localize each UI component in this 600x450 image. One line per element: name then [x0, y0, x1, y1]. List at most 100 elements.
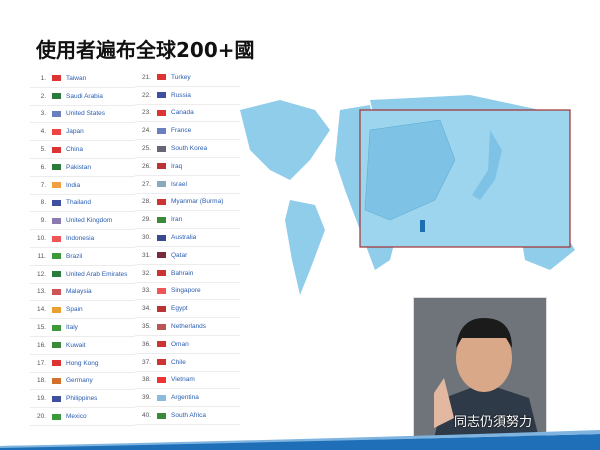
country-row: 26. Iraq: [135, 157, 240, 176]
country-row: 30. Australia: [135, 229, 240, 247]
country-rank: 23.: [141, 109, 151, 117]
country-rank: 39.: [141, 394, 151, 402]
leader-photo: 同志仍須努力: [413, 297, 547, 437]
flag-icon: [52, 395, 61, 402]
flag-icon: [157, 127, 166, 134]
flag-icon: [52, 288, 61, 295]
flag-icon: [157, 376, 166, 383]
country-rank: 36.: [141, 340, 151, 348]
country-name[interactable]: Philippines: [66, 395, 97, 402]
country-name[interactable]: Indonesia: [66, 235, 94, 242]
country-rank: 3.: [40, 110, 46, 118]
country-name[interactable]: Iran: [171, 216, 182, 223]
country-rank: 14.: [36, 306, 46, 314]
flag-icon: [52, 253, 61, 260]
country-name[interactable]: China: [66, 146, 83, 153]
country-rank: 40.: [141, 412, 151, 420]
country-name[interactable]: Iraq: [171, 163, 182, 170]
country-name[interactable]: Turkey: [171, 74, 191, 81]
flag-icon: [157, 323, 166, 330]
country-rank: 28.: [141, 198, 151, 206]
country-name[interactable]: South Africa: [171, 412, 206, 419]
country-name[interactable]: Oman: [171, 341, 189, 348]
country-name[interactable]: Japan: [66, 128, 84, 135]
country-row: 19. Philippines: [30, 390, 135, 409]
country-name[interactable]: Myanmar (Burma): [171, 198, 223, 205]
country-name[interactable]: United States: [66, 110, 105, 117]
country-row: 6. Pakistan: [30, 158, 135, 177]
country-row: 20. Mexico: [30, 408, 135, 426]
flag-icon: [52, 377, 61, 384]
country-row: 31. Qatar: [135, 246, 240, 265]
country-row: 21. Turkey: [135, 69, 240, 87]
flag-icon: [52, 75, 61, 82]
country-name[interactable]: Malaysia: [66, 288, 92, 295]
country-rank: 16.: [36, 341, 46, 349]
country-row: 8. Thailand: [30, 194, 135, 213]
country-list-left: 1. Taiwan 2. Saudi Arabia 3. United States 4. J…: [30, 70, 135, 426]
country-name[interactable]: Egypt: [171, 305, 188, 312]
country-name[interactable]: Mexico: [66, 413, 87, 420]
country-rank: 19.: [36, 395, 46, 403]
country-name[interactable]: Thailand: [66, 199, 91, 206]
flag-icon: [157, 252, 166, 259]
flag-icon: [52, 146, 61, 153]
flag-icon: [157, 341, 166, 348]
country-name[interactable]: Pakistan: [66, 164, 91, 171]
country-rank: 37.: [141, 358, 151, 366]
country-name[interactable]: Hong Kong: [66, 360, 99, 367]
country-rank: 17.: [36, 359, 46, 367]
country-row: 40. South Africa: [135, 407, 240, 425]
country-name[interactable]: Netherlands: [171, 323, 206, 330]
country-name[interactable]: Canada: [171, 109, 194, 116]
country-name[interactable]: Kuwait: [66, 342, 86, 349]
flag-icon: [157, 394, 166, 401]
flag-icon: [157, 109, 166, 116]
country-name[interactable]: Saudi Arabia: [66, 93, 103, 100]
country-row: 7. India: [30, 176, 135, 195]
country-name[interactable]: France: [171, 127, 191, 134]
country-row: 9. United Kingdom: [30, 212, 135, 231]
country-name[interactable]: Vietnam: [171, 376, 195, 383]
footer-wave: [0, 430, 600, 450]
country-name[interactable]: Australia: [171, 234, 196, 241]
country-name[interactable]: United Kingdom: [66, 217, 112, 224]
country-name[interactable]: Chile: [171, 359, 186, 366]
country-rank: 32.: [141, 269, 151, 277]
country-name[interactable]: Singapore: [171, 287, 201, 294]
country-row: 16. Kuwait: [30, 336, 135, 355]
map-taiwan: [420, 220, 425, 232]
flag-icon: [52, 342, 61, 349]
country-row: 25. South Korea: [135, 140, 240, 158]
country-name[interactable]: Russia: [171, 92, 191, 99]
country-name[interactable]: Brazil: [66, 253, 82, 260]
country-row: 17. Hong Kong: [30, 354, 135, 373]
country-row: 1. Taiwan: [30, 70, 135, 88]
flag-icon: [52, 110, 61, 117]
flag-icon: [157, 181, 166, 188]
flag-icon: [157, 234, 166, 241]
slide-title: 使用者遍布全球200+國: [36, 38, 255, 62]
country-name[interactable]: Taiwan: [66, 75, 86, 82]
country-row: 15. Italy: [30, 319, 135, 337]
country-name[interactable]: Spain: [66, 306, 83, 313]
country-name[interactable]: Bahrain: [171, 270, 193, 277]
country-name[interactable]: Qatar: [171, 252, 187, 259]
country-name[interactable]: Italy: [66, 324, 78, 331]
country-row: 24. France: [135, 122, 240, 141]
country-rank: 25.: [141, 145, 151, 153]
country-name[interactable]: United Arab Emirates: [66, 271, 127, 278]
flag-icon: [52, 324, 61, 331]
country-row: 11. Brazil: [30, 247, 135, 266]
country-rank: 21.: [141, 73, 151, 81]
country-name[interactable]: South Korea: [171, 145, 207, 152]
country-row: 29. Iran: [135, 211, 240, 230]
country-rank: 26.: [141, 162, 151, 170]
flag-icon: [52, 271, 61, 278]
country-name[interactable]: India: [66, 182, 80, 189]
country-name[interactable]: Germany: [66, 377, 93, 384]
country-name[interactable]: Israel: [171, 181, 187, 188]
flag-icon: [157, 216, 166, 223]
country-name[interactable]: Argentina: [171, 394, 199, 401]
country-rank: 12.: [36, 270, 46, 278]
